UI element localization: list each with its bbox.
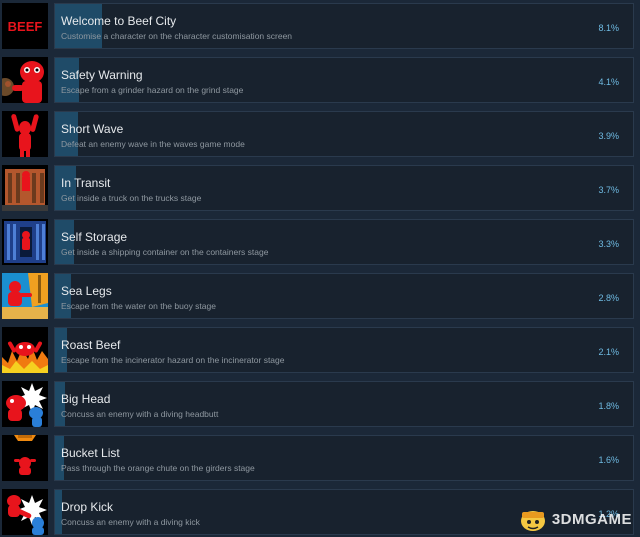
achievements-list: BEEF Welcome to Beef City Customise a ch…	[0, 0, 640, 537]
achievement-percent: 2.1%	[598, 347, 619, 357]
drop-kick-icon	[2, 489, 48, 535]
achievement-percent: 1.6%	[598, 455, 619, 465]
achievement-description: Concuss an enemy with a diving kick	[61, 517, 200, 527]
achievement-row[interactable]: Roast Beef Escape from the incinerator h…	[0, 326, 640, 376]
achievement-row[interactable]: Self Storage Get inside a shipping conta…	[0, 218, 640, 268]
headbutt-icon	[2, 381, 48, 427]
achievement-description: Escape from the water on the buoy stage	[61, 301, 216, 311]
achievement-title: Roast Beef	[61, 338, 121, 352]
truck-icon	[2, 165, 48, 211]
achievement-title: Sea Legs	[61, 284, 112, 298]
achievement-title: Big Head	[61, 392, 111, 406]
achievement-percent: 3.7%	[598, 185, 619, 195]
achievement-row[interactable]: Short Wave Defeat an enemy wave in the w…	[0, 110, 640, 160]
achievement-percent: 2.8%	[598, 293, 619, 303]
achievement-percent: 3.9%	[598, 131, 619, 141]
achievement-row[interactable]: Sea Legs Escape from the water on the bu…	[0, 272, 640, 322]
achievement-percent: 1.8%	[598, 401, 619, 411]
achievement-title: Self Storage	[61, 230, 128, 244]
achievement-description: Pass through the orange chute on the gir…	[61, 463, 255, 473]
beef-logo-text: BEEF	[8, 19, 43, 34]
achievement-title: Welcome to Beef City	[61, 14, 177, 28]
achievement-title: Bucket List	[61, 446, 120, 460]
achievement-row[interactable]: In Transit Get inside a truck on the tru…	[0, 164, 640, 214]
achievement-title: In Transit	[61, 176, 111, 190]
achievement-row[interactable]: Safety Warning Escape from a grinder haz…	[0, 56, 640, 106]
achievement-row[interactable]: BEEF Welcome to Beef City Customise a ch…	[0, 2, 640, 52]
achievement-title: Drop Kick	[61, 500, 114, 514]
fire-icon	[2, 327, 48, 373]
chute-icon	[2, 435, 48, 481]
waving-character-icon	[2, 111, 48, 157]
beef-logo-icon: BEEF	[2, 3, 48, 49]
achievement-card: Big Head Concuss an enemy with a diving …	[54, 381, 634, 427]
achievement-description: Customise a character on the character c…	[61, 31, 293, 41]
achievement-title: Safety Warning	[61, 68, 143, 82]
3dm-mascot-icon	[520, 511, 545, 531]
achievement-card: Short Wave Defeat an enemy wave in the w…	[54, 111, 634, 157]
achievement-description: Escape from a grinder hazard on the grin…	[61, 85, 244, 95]
watermark-text: 3DMGAME	[551, 510, 632, 528]
achievement-card: Safety Warning Escape from a grinder haz…	[54, 57, 634, 103]
achievement-card: Roast Beef Escape from the incinerator h…	[54, 327, 634, 373]
achievement-percent: 8.1%	[598, 23, 619, 33]
achievement-card: Self Storage Get inside a shipping conta…	[54, 219, 634, 265]
achievement-row[interactable]: Big Head Concuss an enemy with a diving …	[0, 380, 640, 430]
watermark: 3DMGAME	[518, 505, 632, 533]
achievement-card: In Transit Get inside a truck on the tru…	[54, 165, 634, 211]
grinder-character-icon	[2, 57, 48, 103]
achievement-card: Sea Legs Escape from the water on the bu…	[54, 273, 634, 319]
achievement-card: Welcome to Beef City Customise a charact…	[54, 3, 634, 49]
achievement-description: Defeat an enemy wave in the waves game m…	[61, 139, 245, 149]
achievement-card: Bucket List Pass through the orange chut…	[54, 435, 634, 481]
achievement-description: Escape from the incinerator hazard on th…	[61, 355, 285, 365]
achievement-description: Concuss an enemy with a diving headbutt	[61, 409, 219, 419]
buoy-icon	[2, 273, 48, 319]
achievement-description: Get inside a truck on the trucks stage	[61, 193, 202, 203]
achievement-description: Get inside a shipping container on the c…	[61, 247, 269, 257]
achievement-percent: 4.1%	[598, 77, 619, 87]
shipping-container-icon	[2, 219, 48, 265]
achievement-percent: 3.3%	[598, 239, 619, 249]
achievement-row[interactable]: Bucket List Pass through the orange chut…	[0, 434, 640, 484]
achievement-title: Short Wave	[61, 122, 124, 136]
